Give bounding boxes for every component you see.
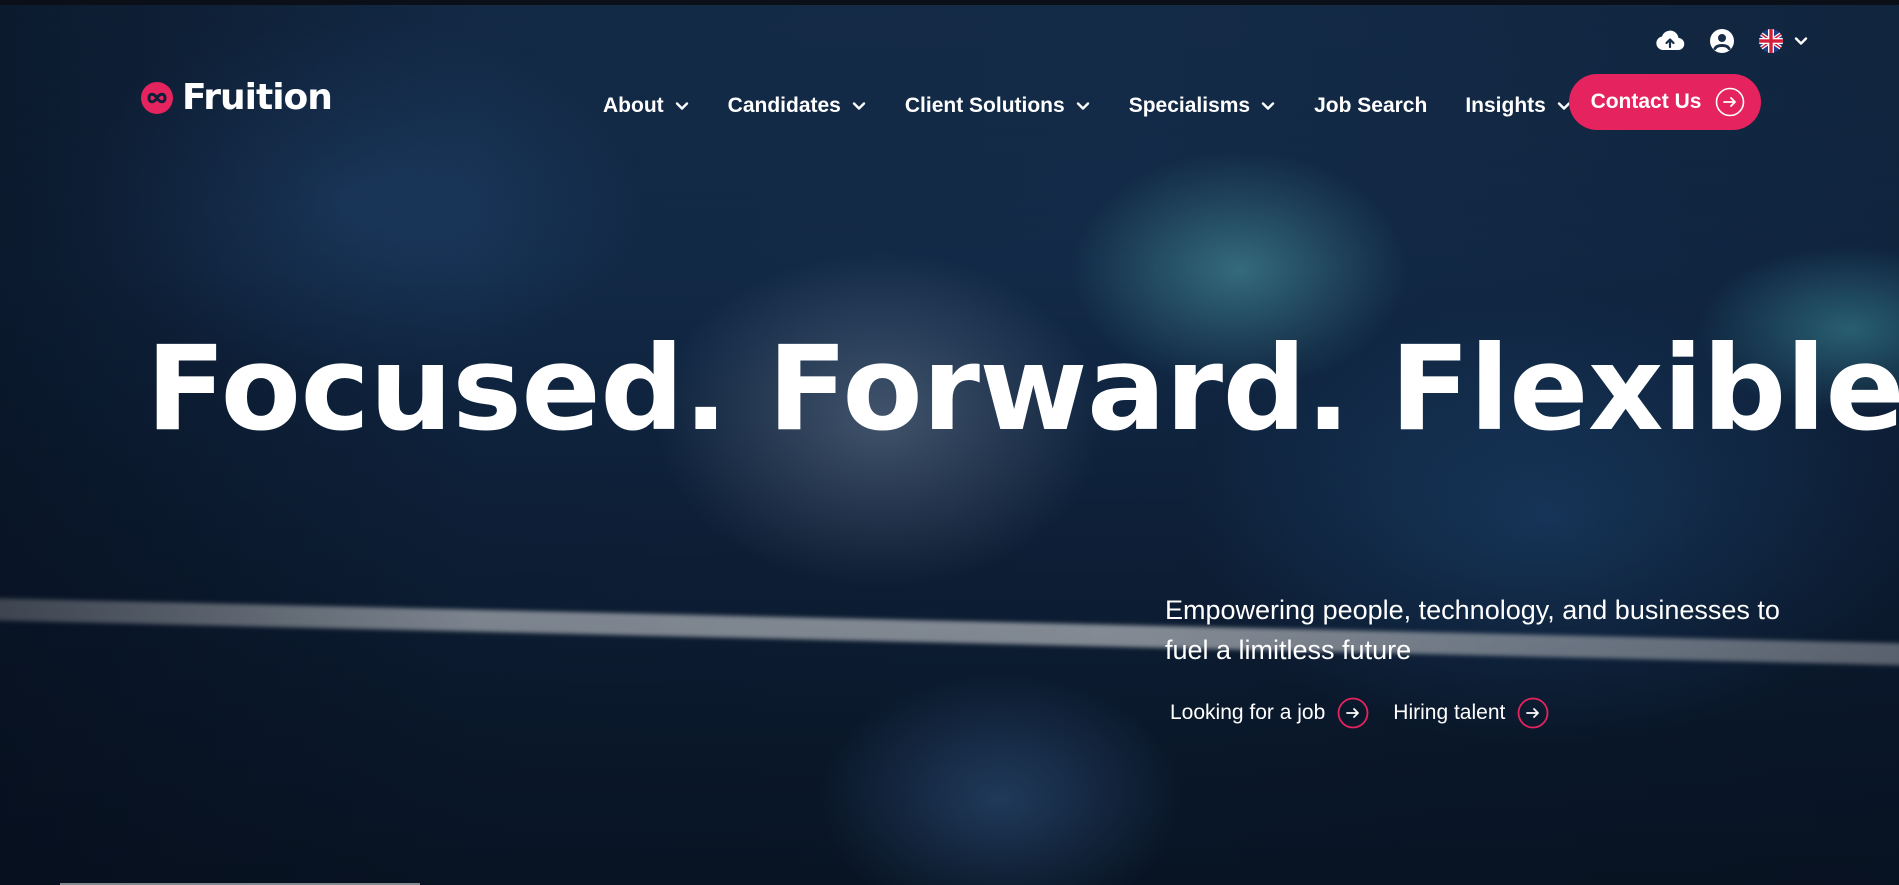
chevron-down-icon	[1261, 102, 1275, 110]
nav-item-insights[interactable]: Insights	[1465, 88, 1572, 124]
arrow-right-circle-icon	[1517, 697, 1549, 729]
fruition-logo-icon	[141, 82, 173, 114]
looking-for-job-link[interactable]: Looking for a job	[1170, 697, 1369, 729]
hiring-talent-link[interactable]: Hiring talent	[1393, 697, 1549, 729]
nav-item-candidates[interactable]: Candidates	[728, 88, 867, 124]
looking-for-job-label: Looking for a job	[1170, 701, 1326, 724]
hero-cta-row: Looking for a job Hiring talent	[1170, 697, 1549, 729]
uk-flag-icon	[1759, 29, 1783, 53]
chevron-down-icon	[852, 102, 866, 110]
nav-item-label: Client Solutions	[904, 94, 1065, 117]
chevron-down-icon	[675, 102, 688, 110]
hero-subheading: Empowering people, technology, and busin…	[1165, 595, 1780, 665]
top-edge	[0, 0, 1899, 5]
nav-item-client-solutions[interactable]: Client Solutions	[905, 88, 1091, 124]
logo-wordmark: Fruition	[182, 77, 333, 118]
nav-item-label: Specialisms	[1128, 94, 1251, 117]
arrow-right-circle-icon	[1337, 697, 1369, 729]
nav-item-label: About	[603, 94, 664, 117]
cloud-upload-icon[interactable]	[1655, 26, 1685, 56]
chevron-down-icon	[1794, 37, 1808, 45]
nav-item-job-search[interactable]: Job Search	[1314, 88, 1427, 124]
nav-item-label: Job Search	[1314, 94, 1428, 117]
nav-item-label: Insights	[1465, 94, 1546, 117]
nav-item-about[interactable]: About	[603, 88, 690, 124]
utility-bar	[1655, 26, 1809, 56]
arrow-right-circle-icon	[1716, 87, 1745, 117]
chevron-down-icon	[1076, 102, 1089, 110]
contact-us-label: Contact Us	[1590, 90, 1702, 113]
hiring-talent-label: Hiring talent	[1393, 701, 1506, 724]
contact-us-button[interactable]: Contact Us	[1569, 74, 1761, 130]
user-circle-icon[interactable]	[1707, 26, 1737, 56]
main-nav: About Candidates Client Solutions Specia…	[603, 88, 1572, 124]
logo[interactable]: Fruition	[140, 77, 333, 118]
hero-headline: Focused. Forward. Flexible.	[146, 320, 1899, 457]
nav-item-label: Candidates	[727, 94, 841, 117]
nav-item-specialisms[interactable]: Specialisms	[1129, 88, 1276, 124]
language-switcher[interactable]	[1759, 29, 1809, 53]
hero-section: Fruition About Candidates Client Solutio…	[0, 0, 1899, 885]
